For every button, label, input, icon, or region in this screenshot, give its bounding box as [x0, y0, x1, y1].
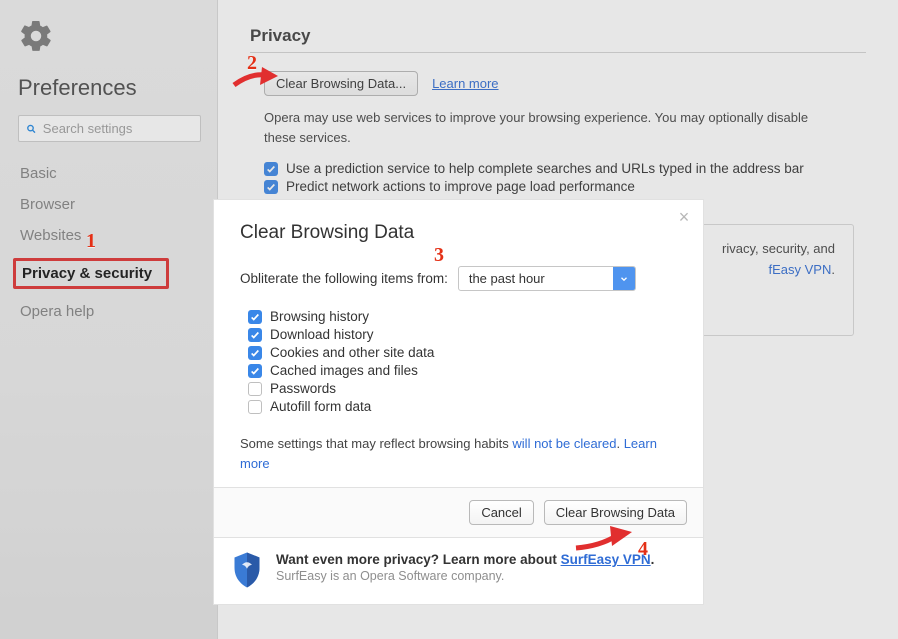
checkbox-label: Cached images and files	[270, 363, 418, 378]
promo-subtext: SurfEasy is an Opera Software company.	[276, 569, 654, 583]
dialog-note: Some settings that may reflect browsing …	[240, 434, 677, 473]
checkbox-icon	[248, 364, 262, 378]
cancel-button[interactable]: Cancel	[469, 500, 533, 525]
dialog-footer: Cancel Clear Browsing Data	[214, 487, 703, 537]
checkbox-autofill[interactable]: Autofill form data	[248, 399, 677, 414]
checkbox-cached-files[interactable]: Cached images and files	[248, 363, 677, 378]
time-range-select[interactable]: the past hour	[458, 266, 636, 291]
shield-icon	[232, 552, 262, 588]
dialog-title: Clear Browsing Data	[240, 222, 677, 244]
obliterate-label: Obliterate the following items from:	[240, 271, 448, 286]
checkbox-label: Download history	[270, 327, 374, 342]
checkbox-label: Passwords	[270, 381, 336, 396]
time-range-value: the past hour	[469, 271, 545, 286]
checkbox-icon	[248, 310, 262, 324]
checkbox-browsing-history[interactable]: Browsing history	[248, 309, 677, 324]
note-text: Some settings that may reflect browsing …	[240, 436, 512, 451]
checkbox-icon	[248, 382, 262, 396]
close-icon[interactable]: ×	[673, 206, 695, 228]
clear-browsing-data-confirm-button[interactable]: Clear Browsing Data	[544, 500, 687, 525]
checkbox-icon	[248, 346, 262, 360]
surfeasy-link[interactable]: SurfEasy VPN	[561, 552, 651, 567]
checkbox-label: Autofill form data	[270, 399, 371, 414]
checkbox-cookies[interactable]: Cookies and other site data	[248, 345, 677, 360]
will-not-be-cleared-link[interactable]: will not be cleared	[512, 436, 616, 451]
checkbox-icon	[248, 400, 262, 414]
promo-headline: Want even more privacy? Learn more about…	[276, 552, 654, 567]
checkbox-icon	[248, 328, 262, 342]
checkbox-label: Cookies and other site data	[270, 345, 434, 360]
checkbox-label: Browsing history	[270, 309, 369, 324]
chevron-down-icon	[613, 267, 635, 290]
checkbox-passwords[interactable]: Passwords	[248, 381, 677, 396]
note-text: .	[616, 436, 623, 451]
clear-browsing-data-dialog: × Clear Browsing Data Obliterate the fol…	[214, 200, 703, 604]
surfeasy-promo: Want even more privacy? Learn more about…	[214, 537, 703, 604]
checkbox-download-history[interactable]: Download history	[248, 327, 677, 342]
